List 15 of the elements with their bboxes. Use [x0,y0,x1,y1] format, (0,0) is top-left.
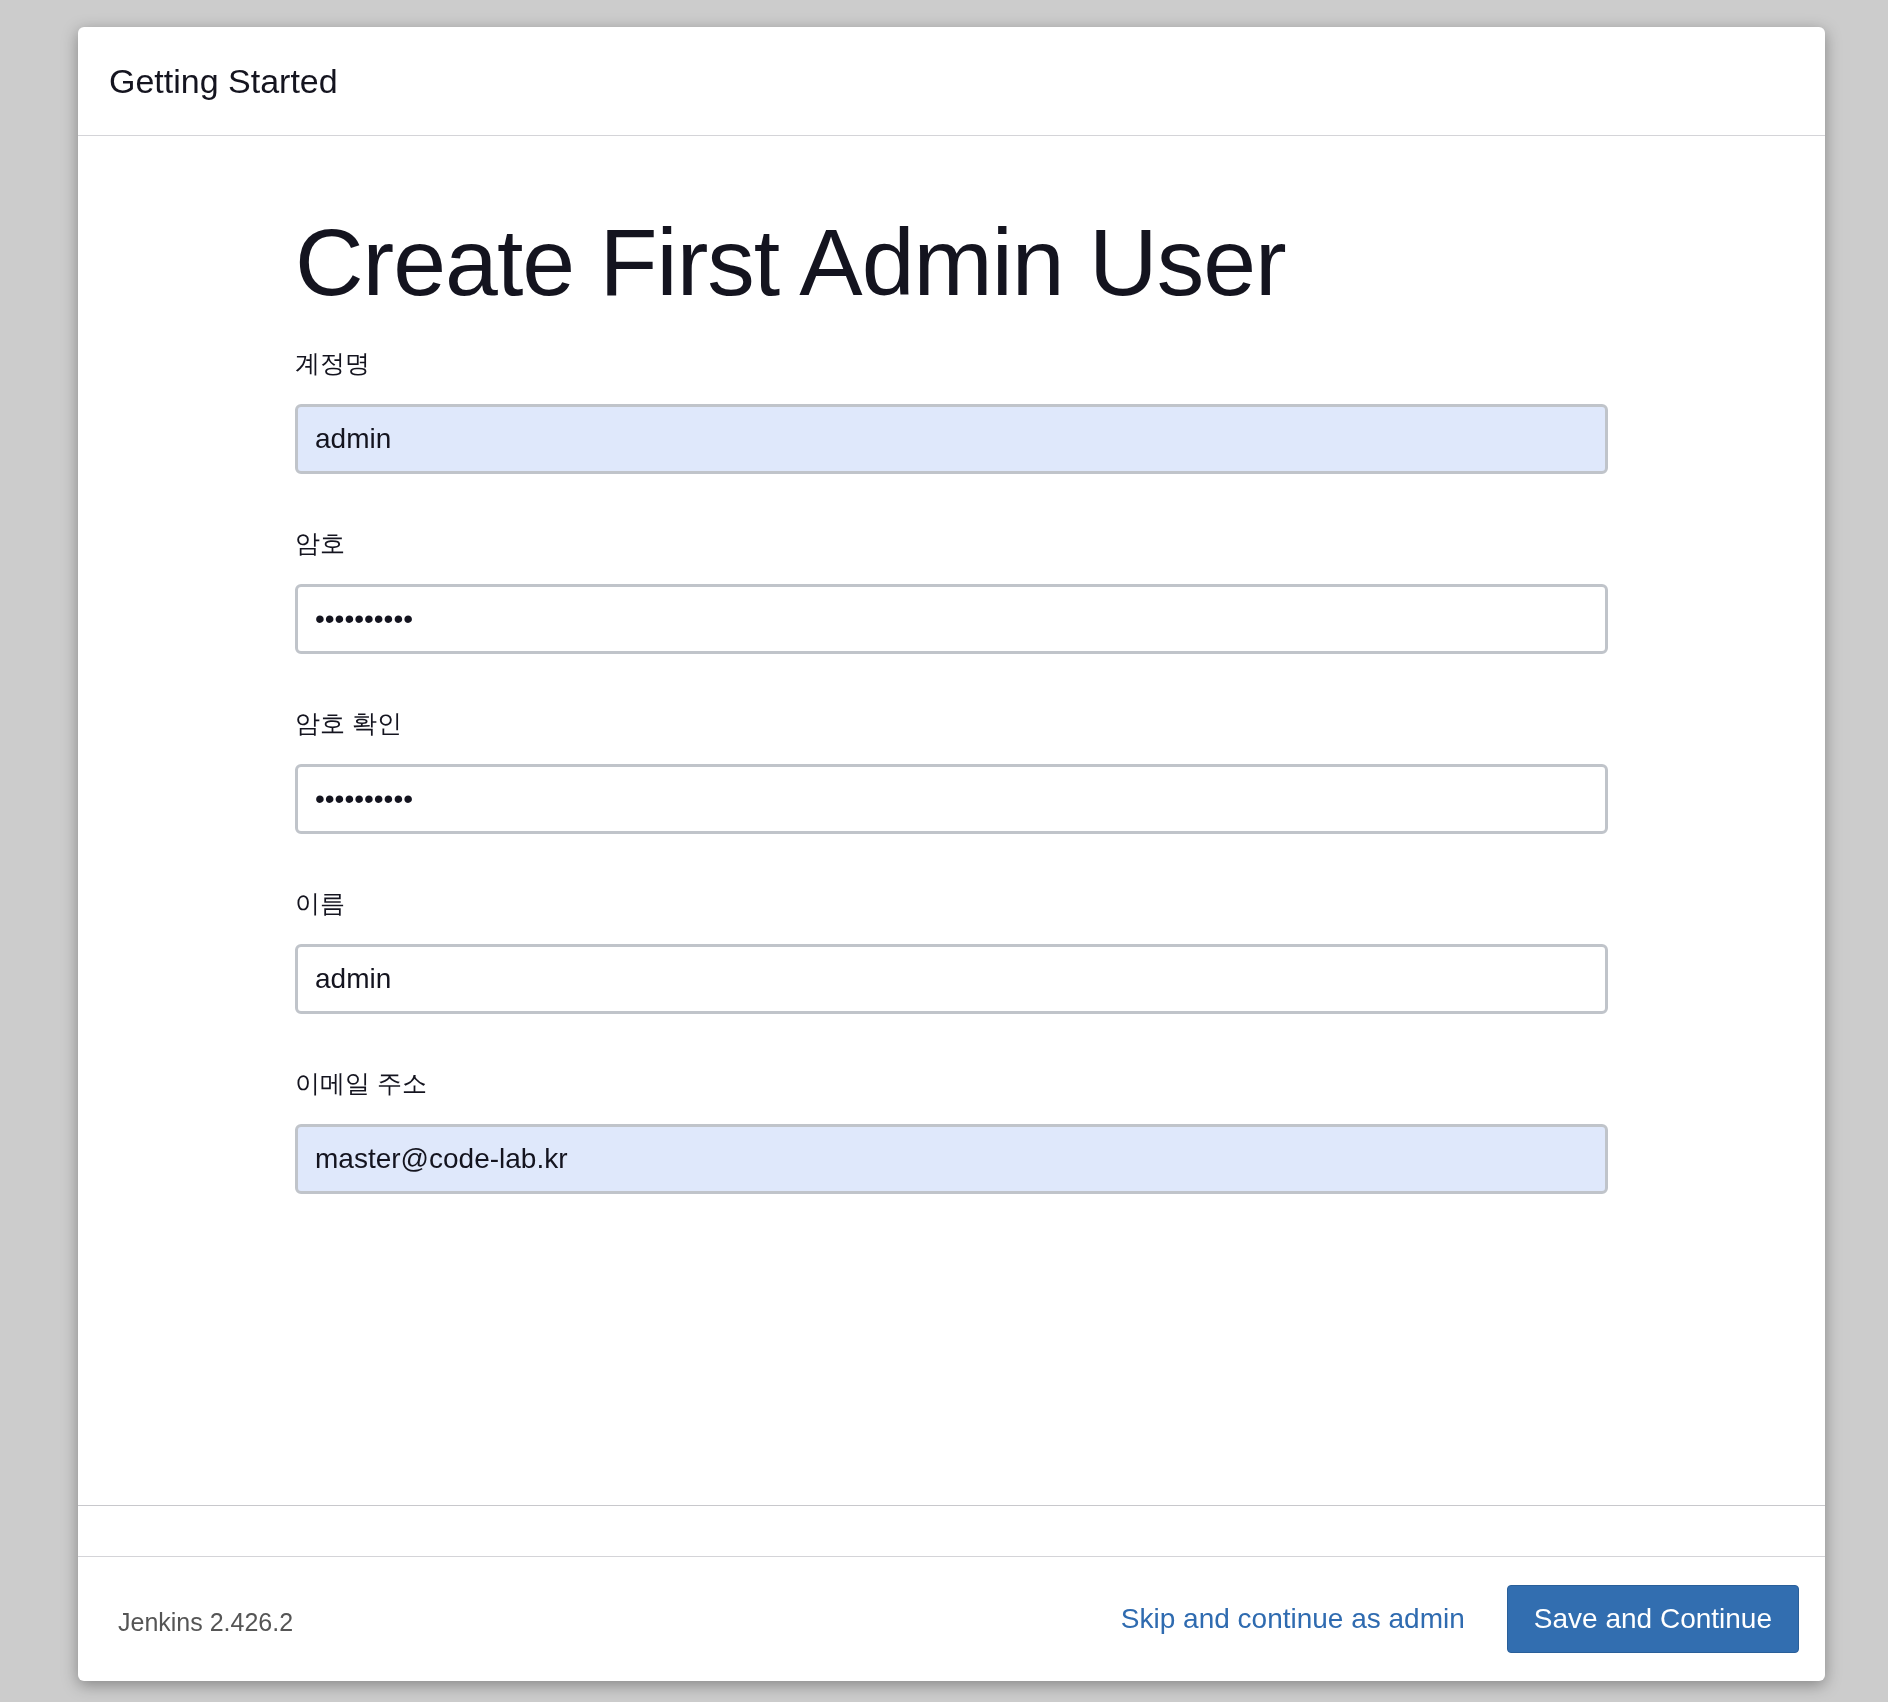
page-heading: Create First Admin User [295,208,1286,317]
input-field[interactable]: •••••••••• [295,764,1608,834]
skip-link[interactable]: Skip and continue as admin [1120,1603,1465,1635]
field-label: 이메일 주소 [295,1068,427,1099]
input-field[interactable]: •••••••••• [295,584,1608,654]
field-label: 계정명 [295,348,370,379]
input-field[interactable]: master@code-lab.kr [295,1124,1608,1194]
field-label: 암호 확인 [295,708,402,739]
field-label: 이름 [295,888,345,919]
field-label: 암호 [295,528,345,559]
save-button[interactable]: Save and Continue [1506,1585,1799,1653]
version-text: Jenkins 2.426.2 [118,1606,294,1637]
dialog-title: Getting Started [109,61,338,101]
input-field[interactable]: admin [295,944,1608,1014]
input-field[interactable]: admin [295,404,1608,474]
